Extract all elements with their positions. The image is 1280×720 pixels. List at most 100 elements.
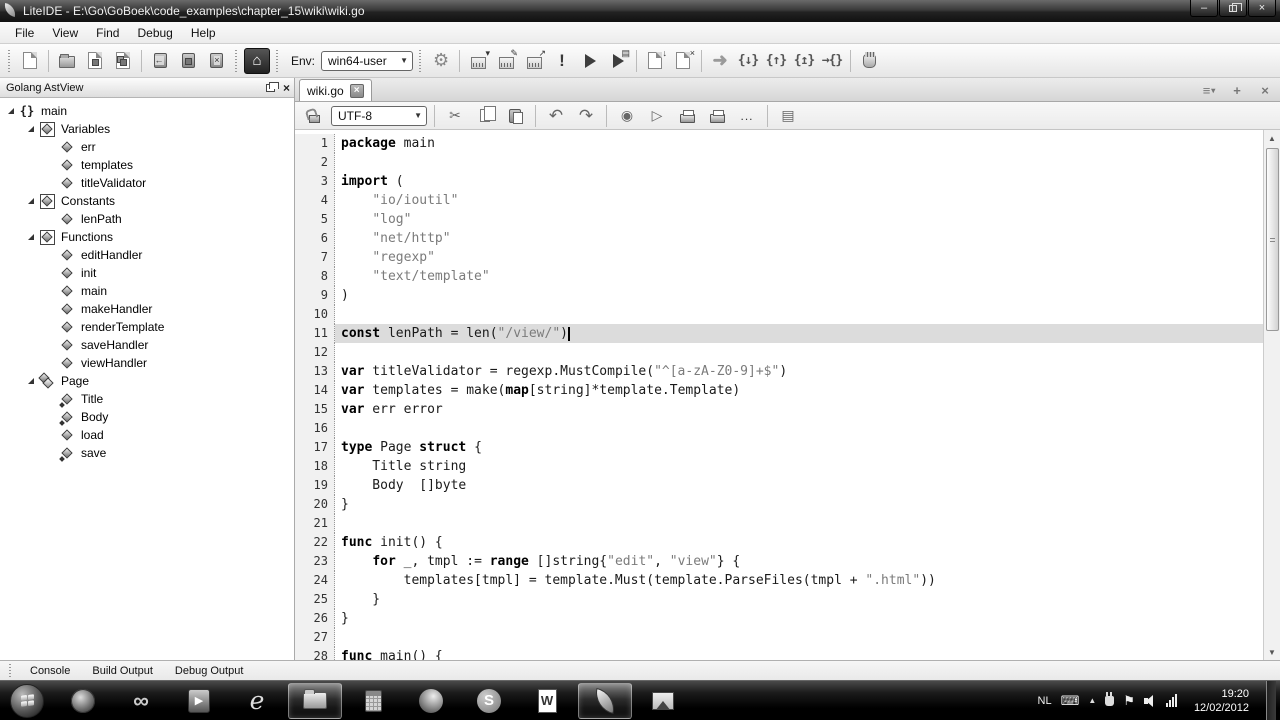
- code-line-9[interactable]: 9): [295, 286, 1263, 305]
- scroll-down-icon[interactable]: ▼: [1264, 644, 1280, 660]
- code-line-22[interactable]: 22func init() {: [295, 533, 1263, 552]
- code-line-2[interactable]: 2: [295, 153, 1263, 172]
- code-line-13[interactable]: 13var titleValidator = regexp.MustCompil…: [295, 362, 1263, 381]
- tree-item-makeHandler[interactable]: makeHandler: [0, 300, 294, 318]
- session-close-button[interactable]: ×: [203, 48, 229, 74]
- menu-help[interactable]: Help: [182, 24, 225, 42]
- tree-item-err[interactable]: err: [0, 138, 294, 156]
- code-line-1[interactable]: 1package main: [295, 134, 1263, 153]
- keyboard-icon[interactable]: ⌨: [1061, 694, 1080, 707]
- tree-item-main[interactable]: main: [0, 282, 294, 300]
- menu-file[interactable]: File: [6, 24, 43, 42]
- app-skype[interactable]: S: [462, 683, 516, 719]
- tree-item-saveHandler[interactable]: saveHandler: [0, 336, 294, 354]
- tab-wiki-go[interactable]: wiki.go ×: [299, 79, 372, 101]
- tree-item-init[interactable]: init: [0, 264, 294, 282]
- scroll-up-icon[interactable]: ▲: [1264, 130, 1280, 146]
- block-up-button[interactable]: {↑}: [763, 48, 789, 74]
- menu-debug[interactable]: Debug: [128, 24, 181, 42]
- code-line-8[interactable]: 8 "text/template": [295, 267, 1263, 286]
- code-line-17[interactable]: 17type Page struct {: [295, 438, 1263, 457]
- copy-button[interactable]: [472, 103, 498, 129]
- remove-doc-button[interactable]: ×: [670, 48, 696, 74]
- build-button[interactable]: ▾: [465, 48, 491, 74]
- hidden-icons-icon[interactable]: ▲: [1088, 696, 1096, 705]
- language-indicator[interactable]: NL: [1038, 695, 1052, 707]
- session-back-button[interactable]: ←: [147, 48, 173, 74]
- save-all-button[interactable]: [110, 48, 136, 74]
- settings-button[interactable]: ⚙: [428, 48, 454, 74]
- run-button[interactable]: [577, 48, 603, 74]
- network-signal-icon[interactable]: [1166, 694, 1177, 707]
- app-calculator[interactable]: [346, 683, 400, 719]
- code-line-19[interactable]: 19 Body []byte: [295, 476, 1263, 495]
- code-line-25[interactable]: 25 }: [295, 590, 1263, 609]
- app-internet-explorer[interactable]: e: [230, 683, 284, 719]
- readonly-toggle[interactable]: [301, 103, 327, 129]
- insert-doc-button[interactable]: ↓: [642, 48, 668, 74]
- tree-item-load[interactable]: load: [0, 426, 294, 444]
- app-word[interactable]: W: [520, 683, 574, 719]
- output-tab-debug-output[interactable]: Debug Output: [164, 665, 255, 677]
- more-button[interactable]: ...: [734, 103, 760, 129]
- output-tab-console[interactable]: Console: [19, 665, 81, 677]
- float-panel-icon[interactable]: [266, 84, 275, 92]
- code-line-26[interactable]: 26}: [295, 609, 1263, 628]
- tree-item-viewHandler[interactable]: viewHandler: [0, 354, 294, 372]
- tree-item-save[interactable]: save: [0, 444, 294, 462]
- tree-item-editHandler[interactable]: editHandler: [0, 246, 294, 264]
- encoding-select[interactable]: UTF-8 ▼: [331, 106, 427, 126]
- print-preview-button[interactable]: [704, 103, 730, 129]
- toolbar-handle[interactable]: [275, 50, 280, 72]
- code-line-16[interactable]: 16: [295, 419, 1263, 438]
- code-line-7[interactable]: 7 "regexp": [295, 248, 1263, 267]
- cut-button[interactable]: ✂: [442, 103, 468, 129]
- code-line-4[interactable]: 4 "io/ioutil": [295, 191, 1263, 210]
- menu-view[interactable]: View: [43, 24, 87, 42]
- code-line-18[interactable]: 18 Title string: [295, 457, 1263, 476]
- code-line-24[interactable]: 24 templates[tmpl] = template.Must(templ…: [295, 571, 1263, 590]
- tree-item-renderTemplate[interactable]: renderTemplate: [0, 318, 294, 336]
- code-line-11[interactable]: 11const lenPath = len("/view/"): [295, 324, 1263, 343]
- new-file-button[interactable]: [17, 48, 43, 74]
- app-network-globe[interactable]: [56, 683, 110, 719]
- split-add-button[interactable]: +: [1226, 81, 1248, 99]
- run-file-button[interactable]: ▤: [605, 48, 631, 74]
- stop-button[interactable]: !: [549, 48, 575, 74]
- tree-item-Page[interactable]: Page: [0, 372, 294, 390]
- start-button[interactable]: [10, 684, 44, 718]
- code-line-6[interactable]: 6 "net/http": [295, 229, 1263, 248]
- block-match-button[interactable]: →{}: [819, 48, 845, 74]
- code-line-27[interactable]: 27: [295, 628, 1263, 647]
- toolbar-handle[interactable]: [234, 50, 239, 72]
- show-desktop-button[interactable]: [1266, 681, 1276, 720]
- redo-button[interactable]: ↷: [573, 103, 599, 129]
- pan-button[interactable]: [856, 48, 882, 74]
- export-button[interactable]: ▷: [644, 103, 670, 129]
- block-out-button[interactable]: {↥}: [791, 48, 817, 74]
- tree-item-Title[interactable]: Title: [0, 390, 294, 408]
- paste-button[interactable]: [502, 103, 528, 129]
- code-area[interactable]: 1package main23import (4 "io/ioutil"5 "l…: [295, 130, 1280, 660]
- code-line-10[interactable]: 10: [295, 305, 1263, 324]
- app-firefox[interactable]: [404, 683, 458, 719]
- scrollbar-thumb[interactable]: [1266, 148, 1279, 331]
- app-expression[interactable]: ∞: [114, 683, 168, 719]
- block-down-button[interactable]: {↓}: [735, 48, 761, 74]
- app-windows-explorer[interactable]: [288, 683, 342, 719]
- code-line-23[interactable]: 23 for _, tmpl := range []string{"edit",…: [295, 552, 1263, 571]
- code-line-3[interactable]: 3import (: [295, 172, 1263, 191]
- code-line-14[interactable]: 14var templates = make(map[string]*templ…: [295, 381, 1263, 400]
- menu-find[interactable]: Find: [87, 24, 128, 42]
- close-panel-icon[interactable]: ×: [283, 81, 290, 95]
- flag-icon[interactable]: ⚑: [1123, 694, 1135, 707]
- power-icon[interactable]: [1105, 696, 1114, 706]
- app-liteide[interactable]: [578, 683, 632, 719]
- editor-scrollbar[interactable]: ▲ ▼: [1263, 130, 1280, 660]
- editor-close-button[interactable]: ×: [1254, 81, 1276, 99]
- open-folder-button[interactable]: [54, 48, 80, 74]
- tree-item-Body[interactable]: Body: [0, 408, 294, 426]
- save-button[interactable]: [82, 48, 108, 74]
- undo-button[interactable]: ↶: [543, 103, 569, 129]
- clock[interactable]: 19:20 12/02/2012: [1186, 687, 1257, 715]
